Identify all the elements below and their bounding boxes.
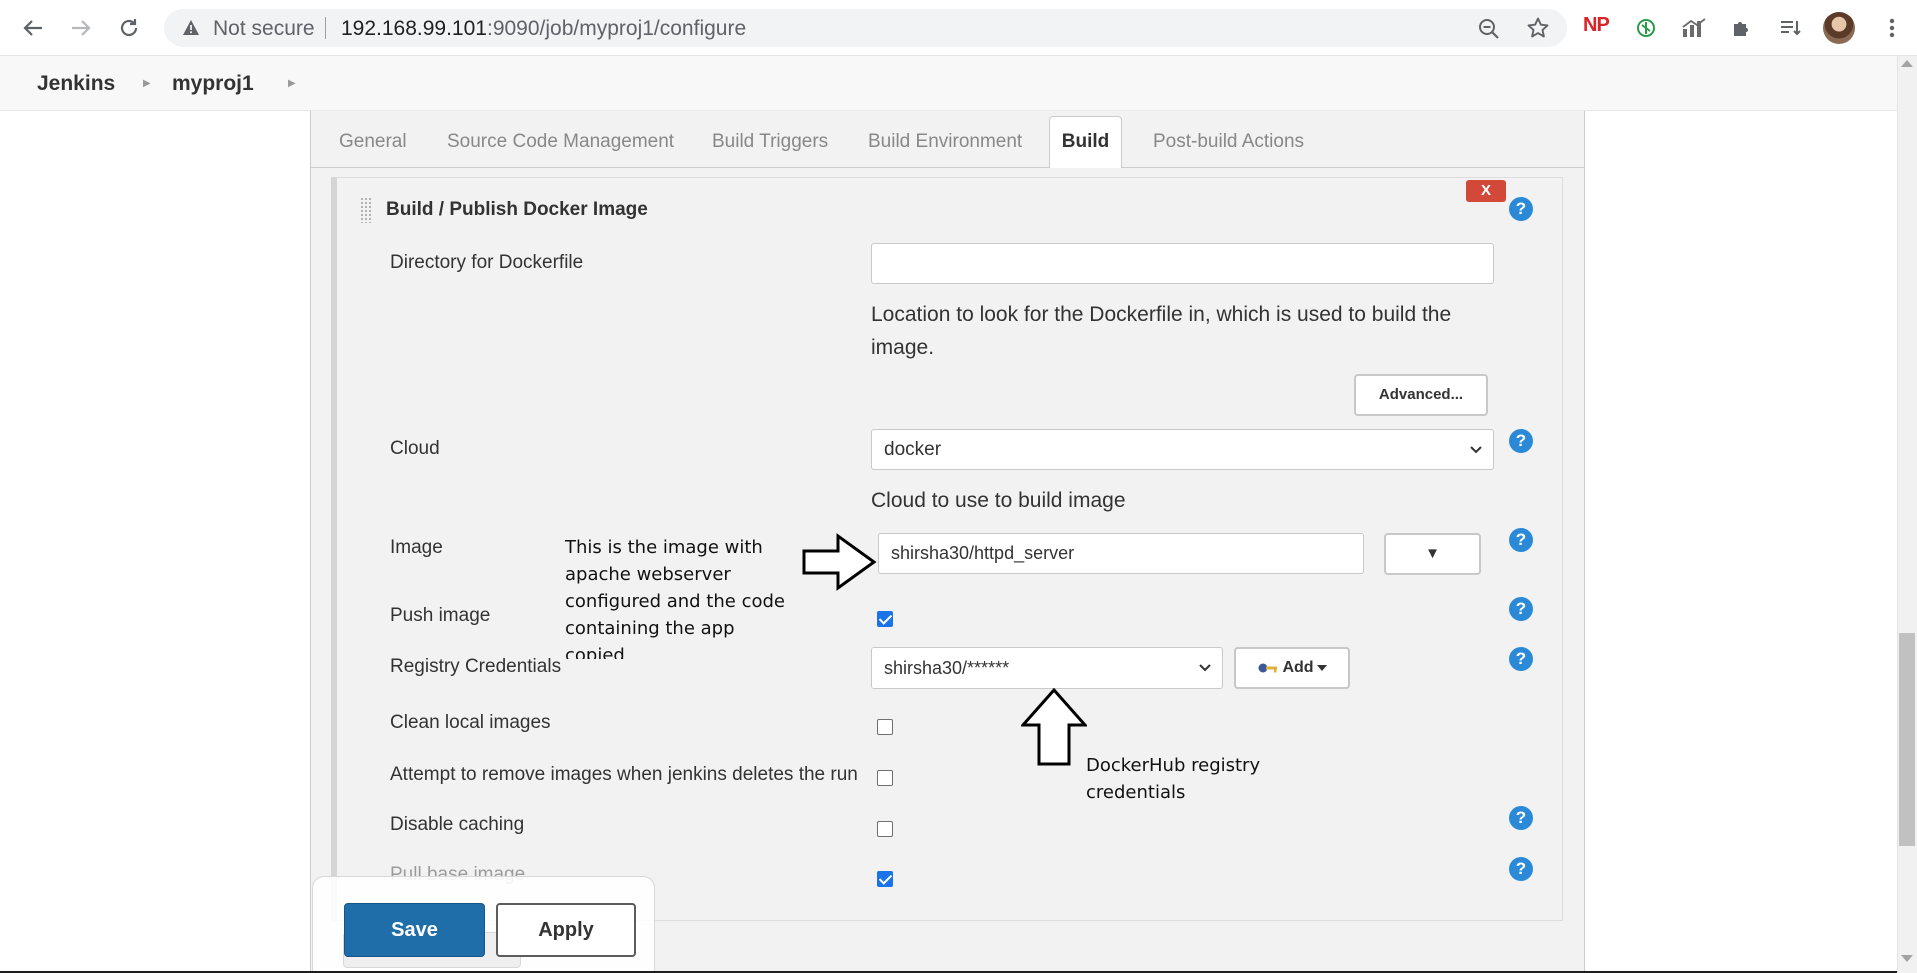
directory-input[interactable]	[871, 243, 1494, 284]
zoom-icon[interactable]	[1477, 17, 1501, 46]
annotation-line: configured and the code	[565, 591, 785, 612]
delete-step-button[interactable]: X	[1466, 180, 1506, 202]
grammar-extension-icon[interactable]	[1632, 14, 1660, 42]
build-step-title: Build / Publish Docker Image	[386, 199, 648, 220]
registry-credentials-value: shirsha30/******	[884, 657, 1010, 678]
url-host: 192.168.99.101	[341, 17, 487, 40]
analytics-extension-icon[interactable]	[1680, 14, 1708, 42]
address-bar[interactable]: Not secure 192.168.99.101:9090/job/mypro…	[164, 9, 1567, 47]
browser-toolbar: Not secure 192.168.99.101:9090/job/mypro…	[0, 0, 1917, 56]
cloud-help-text: Cloud to use to build image	[871, 489, 1126, 512]
annotation-line: containing the app	[565, 618, 735, 639]
help-icon[interactable]: ?	[1509, 647, 1533, 671]
add-credentials-button[interactable]: Add	[1234, 647, 1350, 689]
push-image-checkbox[interactable]	[877, 611, 893, 627]
tab-post-build-actions[interactable]: Post-build Actions	[1153, 131, 1304, 153]
annotation-line: DockerHub registry	[1086, 755, 1261, 776]
scrollbar-thumb[interactable]	[1899, 633, 1915, 846]
tab-general[interactable]: General	[339, 131, 407, 153]
add-credentials-label: Add	[1282, 659, 1314, 676]
help-icon[interactable]: ?	[1509, 806, 1533, 830]
profile-avatar[interactable]	[1823, 12, 1855, 44]
breadcrumb-separator-icon[interactable]: ▶	[288, 78, 296, 89]
scroll-down-icon[interactable]	[1901, 955, 1913, 962]
tab-underline	[311, 167, 1584, 168]
tab-build-triggers[interactable]: Build Triggers	[712, 131, 828, 153]
chevron-down-icon	[1199, 664, 1211, 672]
help-icon[interactable]: ?	[1509, 429, 1533, 453]
pull-base-image-checkbox[interactable]	[877, 871, 893, 887]
security-status[interactable]: Not secure	[213, 17, 315, 41]
registry-credentials-select[interactable]: shirsha30/******	[871, 647, 1223, 689]
annotation-line: This is the image with	[565, 537, 763, 558]
clean-local-images-checkbox[interactable]	[877, 719, 893, 735]
directory-help-text: Location to look for the Dockerfile in, …	[871, 303, 1452, 359]
tab-build[interactable]: Build	[1049, 116, 1122, 168]
right-arrow-annotation-icon	[802, 533, 877, 591]
more-menu-icon[interactable]	[1878, 14, 1906, 42]
back-arrow-icon[interactable]	[18, 13, 48, 43]
clean-local-images-label: Clean local images	[390, 712, 551, 733]
annotation-line: credentials	[1086, 782, 1186, 803]
caret-down-icon	[1316, 665, 1327, 671]
annotation-line: copied	[565, 645, 625, 659]
directory-label: Directory for Dockerfile	[390, 252, 584, 273]
registry-annotation-note: DockerHub registry credentials	[1086, 752, 1260, 806]
breadcrumb: Jenkins ▶ myproj1 ▶	[0, 56, 1897, 111]
extensions-puzzle-icon[interactable]	[1728, 14, 1756, 42]
breadcrumb-job[interactable]: myproj1	[172, 72, 254, 96]
image-input[interactable]	[878, 533, 1364, 574]
image-annotation-note: This is the image with apache webserver …	[565, 534, 785, 659]
tab-source-code-management[interactable]: Source Code Management	[447, 131, 674, 153]
cloud-label: Cloud	[390, 438, 440, 459]
key-icon	[1258, 663, 1278, 673]
url-text[interactable]: 192.168.99.101:9090/job/myproj1/configur…	[341, 17, 746, 41]
push-image-label: Push image	[390, 605, 491, 626]
omnibox-divider	[325, 17, 326, 39]
help-icon[interactable]: ?	[1509, 197, 1533, 221]
remove-images-label: Attempt to remove images when jenkins de…	[390, 764, 858, 785]
tab-build-environment[interactable]: Build Environment	[868, 131, 1022, 153]
forward-arrow-icon[interactable]	[66, 13, 96, 43]
disable-caching-label: Disable caching	[390, 814, 525, 835]
image-dropdown-button[interactable]: ▼	[1384, 533, 1481, 575]
bookmark-star-icon[interactable]	[1526, 16, 1550, 45]
help-icon[interactable]: ?	[1509, 857, 1533, 881]
drag-handle-icon[interactable]	[360, 197, 372, 223]
chevron-down-icon	[1470, 445, 1482, 453]
disable-caching-checkbox[interactable]	[877, 821, 893, 837]
help-icon[interactable]: ?	[1509, 597, 1533, 621]
cloud-select[interactable]: docker	[871, 429, 1494, 470]
save-button[interactable]: Save	[344, 903, 485, 957]
cloud-select-value: docker	[884, 438, 942, 460]
breadcrumb-separator-icon[interactable]: ▶	[143, 78, 151, 89]
image-label: Image	[390, 537, 443, 558]
np-extension-icon[interactable]: NP	[1583, 14, 1613, 40]
apply-button[interactable]: Apply	[496, 903, 636, 957]
warning-icon	[182, 19, 200, 41]
up-arrow-annotation-icon	[1021, 688, 1087, 766]
breadcrumb-jenkins[interactable]: Jenkins	[37, 72, 115, 96]
registry-credentials-label: Registry Credentials	[390, 656, 562, 677]
help-icon[interactable]: ?	[1509, 528, 1533, 552]
advanced-button[interactable]: Advanced...	[1354, 374, 1488, 416]
url-path: :9090/job/myproj1/configure	[486, 17, 747, 40]
reload-icon[interactable]	[114, 13, 144, 43]
reading-list-icon[interactable]	[1776, 14, 1804, 42]
scroll-up-icon[interactable]	[1901, 60, 1913, 67]
remove-images-checkbox[interactable]	[877, 770, 893, 786]
annotation-line: apache webserver	[565, 564, 731, 585]
